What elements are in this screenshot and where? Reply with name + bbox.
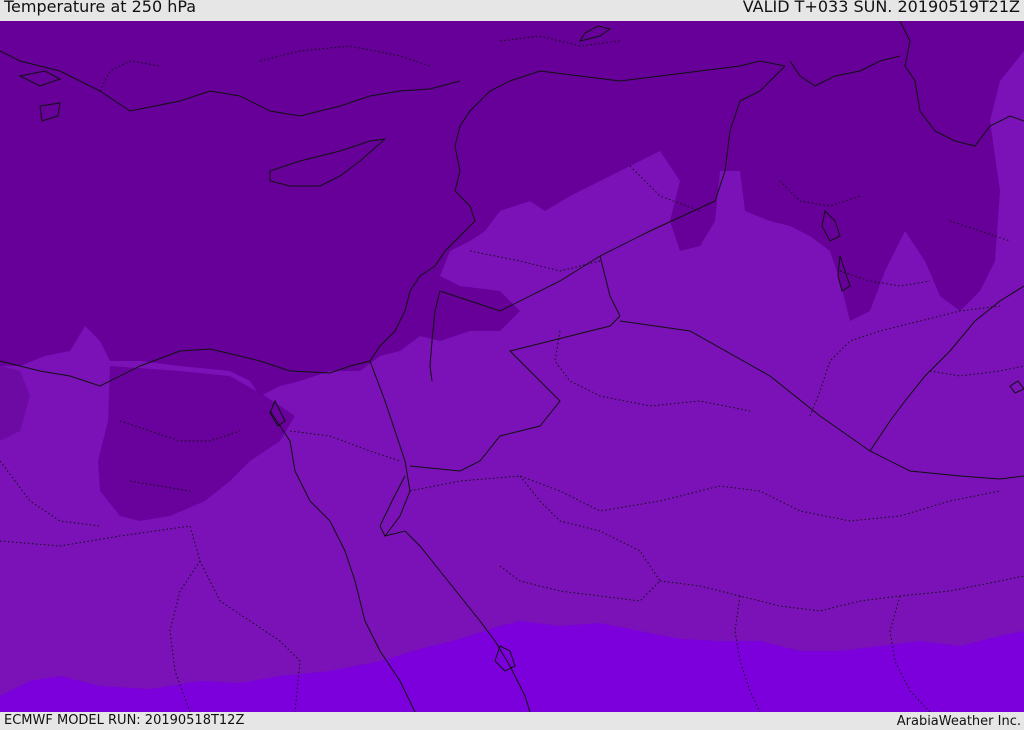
map-title: Temperature at 250 hPa xyxy=(4,0,197,16)
map-header: Temperature at 250 hPa VALID T+033 SUN. … xyxy=(0,0,1024,21)
valid-time: VALID T+033 SUN. 20190519T21Z xyxy=(742,0,1020,16)
map-canvas xyxy=(0,21,1024,712)
map-footer: ECMWF MODEL RUN: 20190518T12Z ArabiaWeat… xyxy=(0,712,1024,729)
temperature-map xyxy=(0,21,1024,712)
credit-label: ArabiaWeather Inc. xyxy=(896,714,1021,729)
model-run-label: ECMWF MODEL RUN: 20190518T12Z xyxy=(4,713,245,728)
